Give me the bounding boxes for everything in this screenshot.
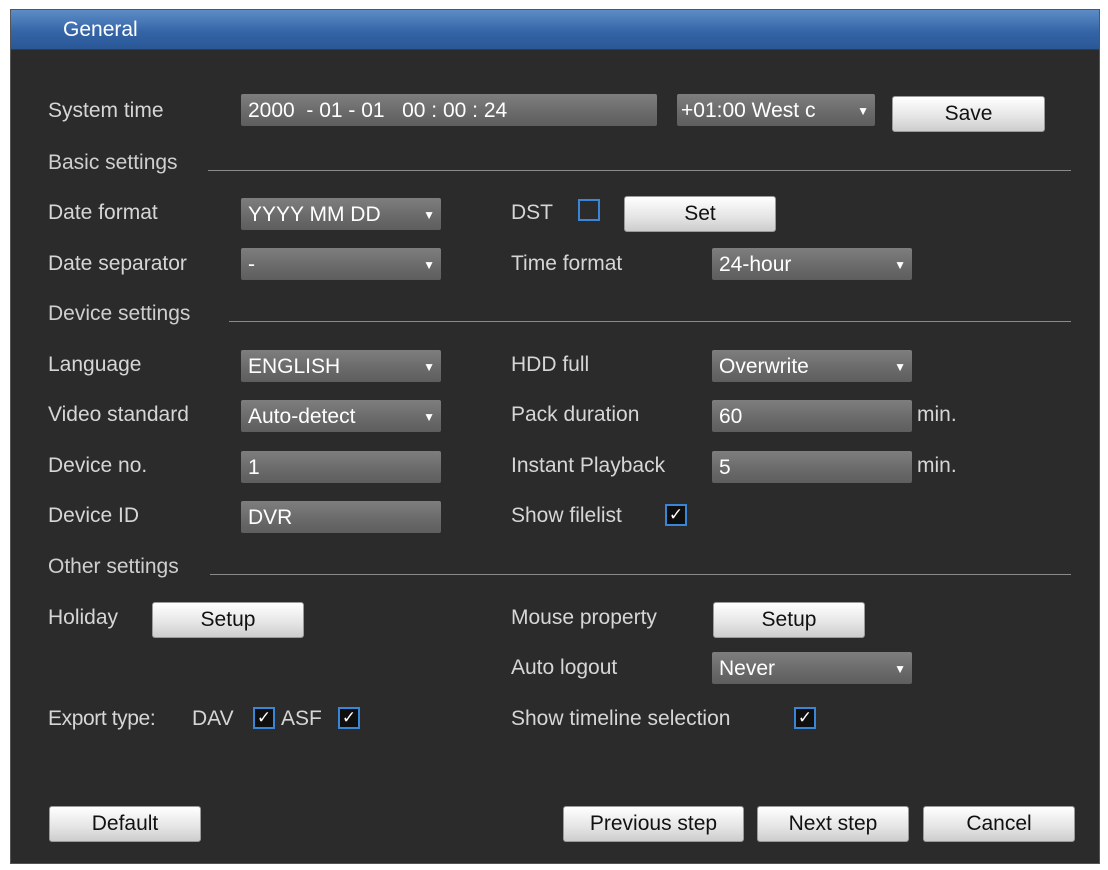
- show-timeline-checkbox[interactable]: ✓: [794, 707, 816, 729]
- dst-label: DST: [511, 201, 553, 224]
- general-window: General System time 2000 - 01 - 01 00 : …: [10, 9, 1100, 864]
- dst-checkbox[interactable]: [578, 199, 600, 221]
- default-button[interactable]: Default: [49, 806, 201, 842]
- chevron-down-icon: ▼: [894, 360, 906, 374]
- other-settings-heading: Other settings: [48, 555, 179, 578]
- language-label: Language: [48, 353, 142, 376]
- holiday-setup-button[interactable]: Setup: [152, 602, 304, 638]
- pack-duration-label: Pack duration: [511, 403, 640, 426]
- export-type-label: Export type:: [48, 707, 156, 730]
- hdd-full-dropdown[interactable]: Overwrite ▼: [712, 350, 912, 382]
- basic-settings-heading: Basic settings: [48, 151, 178, 174]
- timezone-dropdown[interactable]: +01:00 West c ▼: [677, 94, 875, 126]
- timezone-value: +01:00 West c: [681, 99, 816, 122]
- instant-playback-label: Instant Playback: [511, 454, 666, 477]
- auto-logout-value: Never: [719, 657, 776, 680]
- time-format-value: 24-hour: [719, 253, 792, 276]
- auto-logout-dropdown[interactable]: Never ▼: [712, 652, 912, 684]
- next-step-button[interactable]: Next step: [757, 806, 909, 842]
- time-format-dropdown[interactable]: 24-hour ▼: [712, 248, 912, 280]
- language-dropdown[interactable]: ENGLISH ▼: [241, 350, 441, 382]
- cancel-button[interactable]: Cancel: [923, 806, 1075, 842]
- show-filelist-checkbox[interactable]: ✓: [665, 504, 687, 526]
- show-timeline-label: Show timeline selection: [511, 707, 731, 730]
- other-settings-section: Other settings: [48, 555, 1071, 578]
- date-separator-dropdown[interactable]: - ▼: [241, 248, 441, 280]
- device-settings-heading: Device settings: [48, 302, 191, 325]
- export-asf-checkbox[interactable]: ✓: [338, 707, 360, 729]
- date-separator-value: -: [248, 253, 255, 276]
- mouse-property-label: Mouse property: [511, 606, 657, 629]
- chevron-down-icon: ▼: [857, 104, 869, 118]
- video-standard-dropdown[interactable]: Auto-detect ▼: [241, 400, 441, 432]
- dst-set-button[interactable]: Set: [624, 196, 776, 232]
- date-format-value: YYYY MM DD: [248, 203, 381, 226]
- chevron-down-icon: ▼: [423, 208, 435, 222]
- previous-step-button[interactable]: Previous step: [563, 806, 744, 842]
- show-filelist-label: Show filelist: [511, 504, 622, 527]
- pack-duration-input[interactable]: 60: [712, 400, 912, 432]
- device-no-label: Device no.: [48, 454, 148, 477]
- chevron-down-icon: ▼: [423, 360, 435, 374]
- device-settings-section: Device settings: [48, 302, 1071, 325]
- basic-settings-section: Basic settings: [48, 151, 1071, 174]
- export-asf-label: ASF: [281, 707, 322, 730]
- export-dav-label: DAV: [192, 707, 234, 730]
- pack-duration-unit: min.: [917, 403, 957, 426]
- date-format-label: Date format: [48, 201, 158, 224]
- hdd-full-label: HDD full: [511, 353, 590, 376]
- chevron-down-icon: ▼: [894, 258, 906, 272]
- video-standard-label: Video standard: [48, 403, 189, 426]
- system-time-label: System time: [48, 99, 164, 122]
- date-format-dropdown[interactable]: YYYY MM DD ▼: [241, 198, 441, 230]
- device-id-input[interactable]: DVR: [241, 501, 441, 533]
- date-separator-label: Date separator: [48, 252, 187, 275]
- video-standard-value: Auto-detect: [248, 405, 356, 428]
- export-dav-checkbox[interactable]: ✓: [253, 707, 275, 729]
- system-time-field[interactable]: 2000 - 01 - 01 00 : 00 : 24: [241, 94, 657, 126]
- holiday-label: Holiday: [48, 606, 119, 629]
- chevron-down-icon: ▼: [423, 410, 435, 424]
- instant-playback-input[interactable]: 5: [712, 451, 912, 483]
- chevron-down-icon: ▼: [894, 662, 906, 676]
- section-divider: [229, 321, 1071, 322]
- hdd-full-value: Overwrite: [719, 355, 809, 378]
- window-title: General: [63, 18, 138, 41]
- title-bar: General: [11, 10, 1099, 50]
- auto-logout-label: Auto logout: [511, 656, 618, 679]
- language-value: ENGLISH: [248, 355, 341, 378]
- time-format-label: Time format: [511, 252, 623, 275]
- device-no-input[interactable]: 1: [241, 451, 441, 483]
- save-button[interactable]: Save: [892, 96, 1045, 132]
- chevron-down-icon: ▼: [423, 258, 435, 272]
- device-id-label: Device ID: [48, 504, 140, 527]
- instant-playback-unit: min.: [917, 454, 957, 477]
- mouse-property-setup-button[interactable]: Setup: [713, 602, 865, 638]
- section-divider: [210, 574, 1071, 575]
- section-divider: [208, 170, 1071, 171]
